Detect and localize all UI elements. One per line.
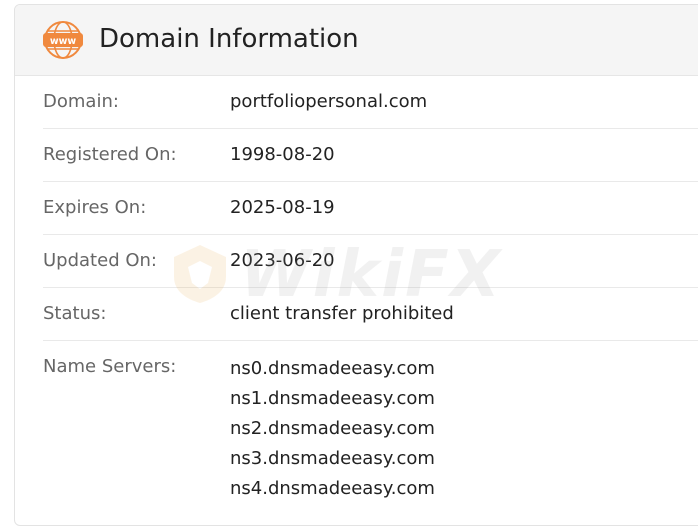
name-server-item: ns0.dnsmadeeasy.com	[230, 358, 435, 379]
status-value: client transfer prohibited	[230, 303, 454, 324]
domain-information-card: www Domain Information Domain: portfolio…	[14, 4, 698, 526]
expires-on-row: Expires On: 2025-08-19	[43, 182, 698, 235]
www-icon: www	[43, 20, 83, 60]
row-label: Domain:	[43, 91, 119, 112]
svg-text:www: www	[50, 36, 77, 47]
row-label: Registered On:	[43, 144, 177, 165]
registered-on-row: Registered On: 1998-08-20	[43, 129, 698, 182]
expires-on-value: 2025-08-19	[230, 197, 335, 218]
domain-info-list: Domain: portfoliopersonal.com Registered…	[15, 76, 698, 501]
domain-row: Domain: portfoliopersonal.com	[43, 76, 698, 129]
domain-value: portfoliopersonal.com	[230, 91, 428, 112]
name-server-item: ns2.dnsmadeeasy.com	[230, 418, 435, 439]
registered-on-value: 1998-08-20	[230, 144, 335, 165]
name-server-item: ns1.dnsmadeeasy.com	[230, 388, 435, 409]
row-label: Expires On:	[43, 197, 147, 218]
name-server-item: ns4.dnsmadeeasy.com	[230, 478, 435, 499]
card-header: www Domain Information	[15, 5, 698, 76]
row-label: Status:	[43, 303, 107, 324]
card-title: Domain Information	[99, 24, 359, 54]
row-label: Name Servers:	[43, 356, 177, 377]
row-label: Updated On:	[43, 250, 157, 271]
updated-on-value: 2023-06-20	[230, 250, 335, 271]
status-row: Status: client transfer prohibited	[43, 288, 698, 341]
name-servers-row: Name Servers: ns0.dnsmadeeasy.com ns1.dn…	[43, 341, 698, 501]
name-server-item: ns3.dnsmadeeasy.com	[230, 448, 435, 469]
name-server-list: ns0.dnsmadeeasy.com ns1.dnsmadeeasy.com …	[230, 354, 435, 504]
updated-on-row: Updated On: 2023-06-20	[43, 235, 698, 288]
